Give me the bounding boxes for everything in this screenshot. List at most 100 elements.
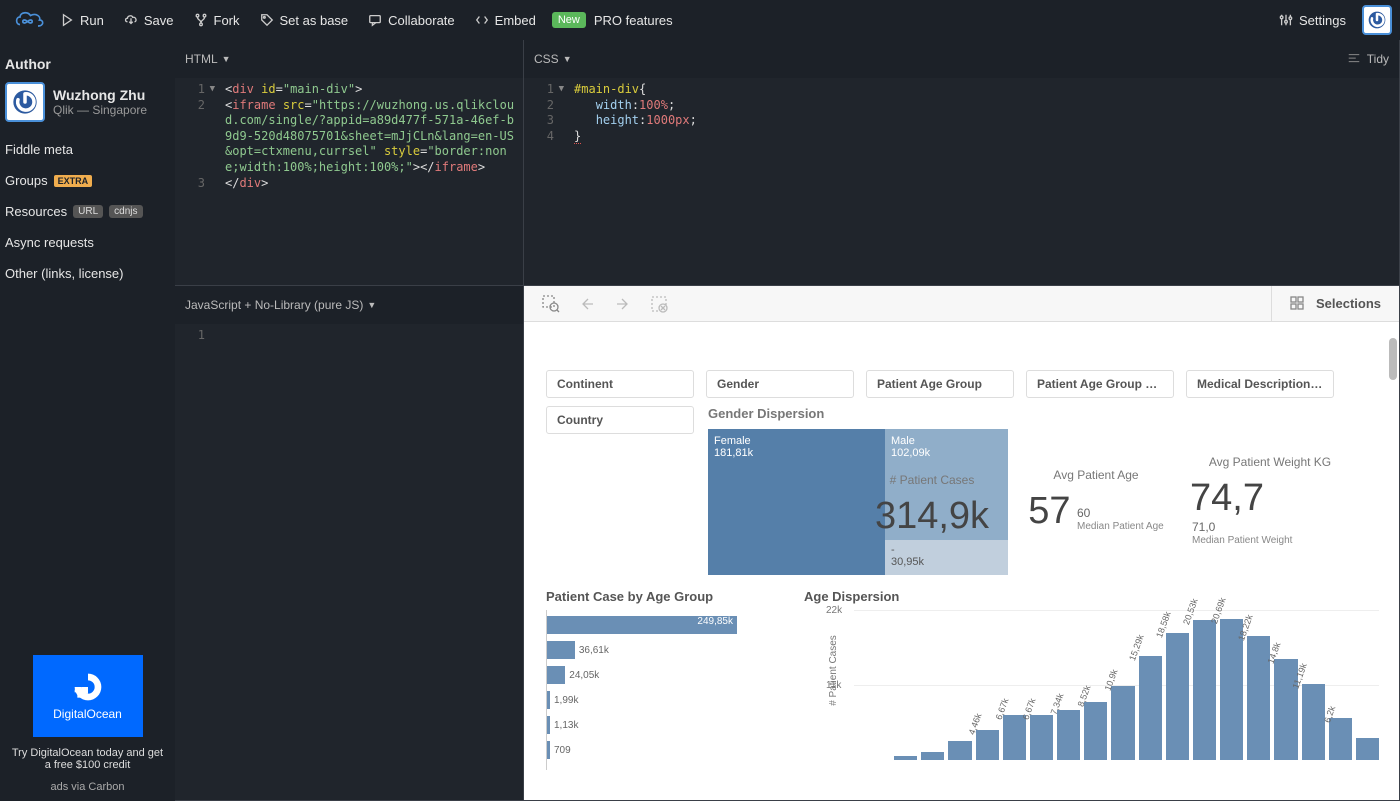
settings-label: Settings [1299,13,1346,28]
cloud-down-icon [124,13,138,27]
run-label: Run [80,13,104,28]
html-pane-header[interactable]: HTML ▼ [175,40,523,78]
clear-selection-icon[interactable] [650,295,668,313]
vbar[interactable]: 8,52k [1084,702,1107,760]
filter-age-group[interactable]: Patient Age Group [866,370,1014,398]
jsfiddle-logo[interactable] [8,8,50,32]
tidy-button[interactable]: Tidy [1367,52,1389,66]
sidebar-item-async[interactable]: Async requests [5,227,170,258]
js-pane-header[interactable]: JavaScript + No-Library (pure JS) ▼ [175,286,523,324]
gender-dispersion-title: Gender Dispersion [708,406,1008,421]
play-icon [60,13,74,27]
html-pane-label: HTML [185,52,218,66]
hbar-row[interactable]: 36,61k [547,639,776,661]
embed-label: Embed [495,13,536,28]
user-avatar[interactable] [1362,5,1392,35]
author-box[interactable]: Wuzhong Zhu Qlik — Singapore [5,82,170,122]
chevron-down-icon: ▼ [222,54,231,64]
kpi-age-value: 57 [1028,490,1070,533]
sidebar-item-resources[interactable]: ResourcesURLcdnjs [5,196,170,227]
vbar[interactable]: 6,67k [1003,715,1026,760]
run-button[interactable]: Run [50,0,114,40]
gravatar-icon [11,88,39,116]
treemap-female[interactable]: Female181,81k [708,429,885,575]
author-name: Wuzhong Zhu [53,87,147,103]
author-heading: Author [5,50,170,82]
sidebar-item-other[interactable]: Other (links, license) [5,258,170,289]
css-pane-label: CSS [534,52,559,66]
new-badge: New [552,12,586,28]
embed-button[interactable]: Embed [465,0,546,40]
vbar[interactable] [894,756,917,760]
html-pane: HTML ▼ 1▼ 2 3 <div id="main-div"> <ifram… [175,40,524,286]
css-pane-header[interactable]: CSS ▼ Tidy [524,40,1399,78]
kpi-age-label: Avg Patient Age [1053,468,1138,482]
result-scrollbar[interactable] [1389,338,1397,800]
js-editor[interactable]: 1 [175,324,523,800]
filter-gender[interactable]: Gender [706,370,854,398]
vbar-chart[interactable]: # Patient Cases 22k 11k 4,46k6,67k6,67k7… [804,610,1379,780]
vbar[interactable]: 6,2k [1329,718,1352,760]
step-back-icon[interactable] [578,295,596,313]
hbar-row[interactable]: 1,99k [547,689,776,711]
digitalocean-icon [72,671,104,703]
ad-box[interactable]: DigitalOcean Try DigitalOcean today and … [0,647,175,801]
vbar[interactable]: 10,9k [1111,686,1134,760]
result-toolbar: Selections [524,286,1399,322]
result-pane: Selections Continent Gender Patient Age … [524,286,1400,801]
sliders-icon [1279,13,1293,27]
vbar[interactable] [1356,738,1379,760]
vbar[interactable] [921,752,944,760]
js-pane: JavaScript + No-Library (pure JS) ▼ 1 [175,286,524,801]
filter-continent[interactable]: Continent [546,370,694,398]
hbar-row[interactable]: 249,85k [547,614,776,636]
css-pane: CSS ▼ Tidy 1▼ 2 3 4 #main-div{ width:100… [524,40,1400,286]
html-editor[interactable]: 1▼ 2 3 <div id="main-div"> <iframe src="… [175,78,523,285]
vbar[interactable]: 15,29k [1139,656,1162,760]
search-selection-icon[interactable] [542,295,560,313]
hbar-chart[interactable]: 249,85k 36,61k 24,05k 1,99k 1,13k 709 [546,610,776,770]
filter-age-group-desc[interactable]: Patient Age Group Desc [1026,370,1174,398]
vbar[interactable] [948,741,971,760]
fork-button[interactable]: Fork [184,0,250,40]
pro-features-link[interactable]: PRO features [594,13,673,28]
ad-image: DigitalOcean [33,655,143,737]
sidebar-item-groups[interactable]: GroupsEXTRA [5,165,170,196]
gravatar-icon [1367,10,1387,30]
vbar[interactable]: 11,19k [1302,684,1325,760]
ad-via: ads via Carbon [8,781,167,793]
hbar-row[interactable]: 709 [547,739,776,761]
collaborate-button[interactable]: Collaborate [358,0,465,40]
setasbase-button[interactable]: Set as base [250,0,359,40]
save-button[interactable]: Save [114,0,184,40]
sidebar-item-meta[interactable]: Fiddle meta [5,134,170,165]
css-editor[interactable]: 1▼ 2 3 4 #main-div{ width:100%; height:1… [524,78,1399,285]
vbar[interactable]: 6,67k [1030,715,1053,760]
ad-text: Try DigitalOcean today and get a free $1… [8,747,167,771]
selections-button[interactable]: Selections [1271,286,1399,321]
url-badge: URL [73,205,103,218]
chat-icon [368,13,382,27]
filter-row: Continent Gender Patient Age Group Patie… [546,370,1379,398]
selections-label: Selections [1316,296,1381,311]
vbar[interactable]: 7,34k [1057,710,1080,760]
settings-button[interactable]: Settings [1269,13,1356,28]
kpi-weight-value: 74,7 [1190,477,1264,520]
hbar-row[interactable]: 1,13k [547,714,776,736]
vbar[interactable]: 18,58k [1166,633,1189,760]
chevron-down-icon: ▼ [367,300,376,310]
editors-grid: HTML ▼ 1▼ 2 3 <div id="main-div"> <ifram… [175,40,1400,801]
filter-medical-desc[interactable]: Medical Description Reac... [1186,370,1334,398]
fork-icon [194,13,208,27]
vbar[interactable]: 20,53k [1193,620,1216,760]
hbar-row[interactable]: 24,05k [547,664,776,686]
vbar[interactable]: 4,46k [976,730,999,760]
collaborate-label: Collaborate [388,13,455,28]
save-label: Save [144,13,174,28]
vbar-ylabel: # Patient Cases [828,635,839,706]
filter-country[interactable]: Country [546,406,694,434]
step-forward-icon[interactable] [614,295,632,313]
setasbase-label: Set as base [280,13,349,28]
author-avatar [5,82,45,122]
author-subtitle: Qlik — Singapore [53,103,147,117]
